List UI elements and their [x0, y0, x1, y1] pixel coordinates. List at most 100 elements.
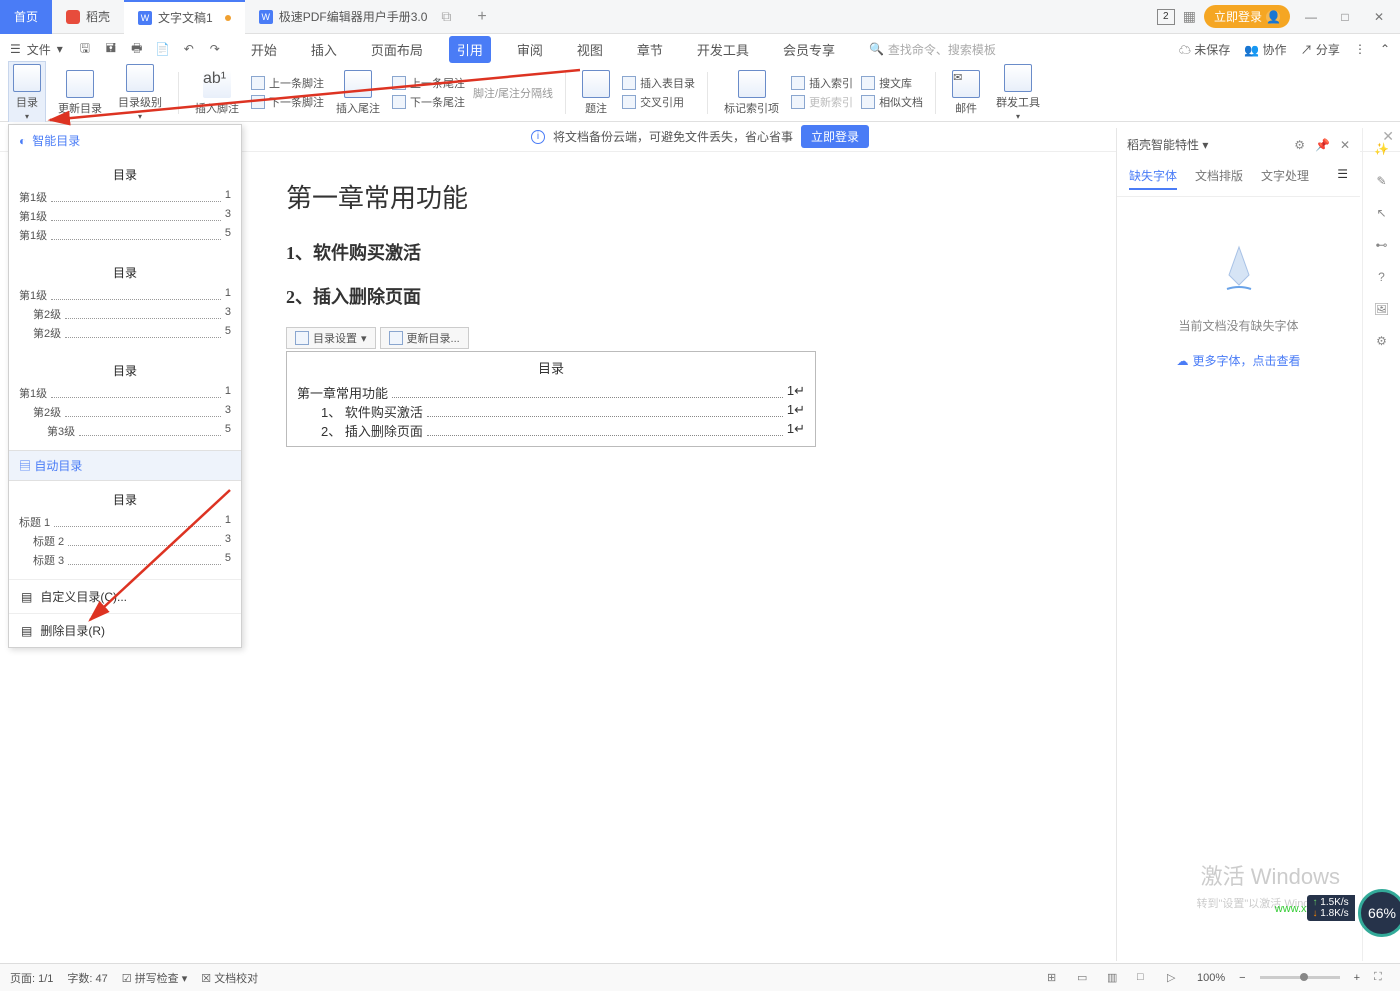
right-panel: 稻壳智能特性 ▾ ⚙ 📌 ✕ 缺失字体 文档排版 文字处理 ☰ 当前文档没有缺失…	[1116, 128, 1360, 961]
save-icon[interactable]: 🖫	[77, 41, 93, 57]
tab-document-1[interactable]: W 文字文稿1	[124, 0, 245, 34]
redo-icon[interactable]: ↷	[207, 41, 223, 57]
chevron-down-icon[interactable]: ▾	[57, 42, 63, 56]
right-panel-title[interactable]: 稻壳智能特性 ▾	[1127, 136, 1208, 153]
insert-index-icon	[791, 76, 805, 90]
group-tools-button[interactable]: 群发工具▾	[992, 62, 1044, 123]
more-icon[interactable]: ⋮	[1354, 42, 1366, 56]
mail-button[interactable]: ✉邮件	[948, 68, 984, 118]
banner-login-button[interactable]: 立即登录	[801, 125, 869, 148]
page-indicator[interactable]: 页面: 1/1	[10, 970, 53, 986]
toc-line: 第1级3	[19, 208, 231, 224]
share-button[interactable]: ↗ 分享	[1301, 41, 1340, 58]
toc-line: 第1级1	[19, 287, 231, 303]
search-lib-button[interactable]: 搜文库	[861, 75, 923, 91]
tab-member[interactable]: 会员专享	[775, 36, 843, 63]
insert-index-button[interactable]: 插入索引	[791, 75, 853, 91]
magic-icon[interactable]: ✨	[1374, 142, 1389, 156]
menu-icon[interactable]: ☰	[10, 42, 21, 56]
tab-reference[interactable]: 引用	[449, 36, 491, 63]
toc-field-title: 目录	[297, 358, 805, 377]
tab-add-button[interactable]: +	[465, 8, 498, 26]
cursor-icon[interactable]: ↖	[1376, 206, 1386, 220]
proof-button[interactable]: ☒ 文档校对	[201, 970, 258, 986]
word-count[interactable]: 字数: 47	[67, 970, 107, 986]
rp-tab-text[interactable]: 文字处理	[1261, 167, 1309, 190]
toc-update-button[interactable]: 更新目录...	[380, 327, 469, 349]
tab-start[interactable]: 开始	[243, 36, 285, 63]
search-box[interactable]: 🔍 查找命令、搜索模板	[869, 41, 996, 58]
fullscreen-icon[interactable]: ⛶	[1374, 971, 1390, 985]
similar-docs-button[interactable]: 相似文档	[861, 94, 923, 110]
delete-toc-icon: ▤	[21, 624, 32, 638]
group-tools-icon	[1004, 64, 1032, 92]
auto-toc-icon: ▤	[19, 459, 31, 473]
table-toc-icon	[622, 76, 636, 90]
close-panel-icon[interactable]: ✕	[1340, 138, 1350, 152]
tab-chapter[interactable]: 章节	[629, 36, 671, 63]
docker-icon	[66, 10, 80, 24]
minimize-button[interactable]: —	[1298, 5, 1324, 29]
zoom-in-button[interactable]: +	[1354, 972, 1360, 984]
tab-dev[interactable]: 开发工具	[689, 36, 757, 63]
undo-icon[interactable]: ↶	[181, 41, 197, 57]
rp-tab-layout[interactable]: 文档排版	[1195, 167, 1243, 190]
settings2-icon[interactable]: ⊷	[1376, 238, 1388, 252]
view-outline-icon[interactable]: □	[1137, 971, 1153, 985]
tab-close-icon[interactable]: ⧉	[441, 8, 451, 25]
tab-docker[interactable]: 稻壳	[52, 0, 124, 34]
insert-table-toc-button[interactable]: 插入表目录	[622, 75, 695, 91]
toc-field[interactable]: 目录 第一章常用功能1↵1、 软件购买激活1↵2、 插入删除页面1↵	[286, 351, 816, 447]
toc-settings-button[interactable]: 目录设置 ▾	[286, 327, 376, 349]
rp-more-icon[interactable]: ☰	[1337, 167, 1348, 190]
caret-icon[interactable]: ▷	[1167, 971, 1183, 985]
login-button[interactable]: 立即登录👤	[1204, 5, 1290, 28]
mail-icon: ✉	[952, 70, 980, 98]
update-index-icon	[791, 95, 805, 109]
apps-icon[interactable]: ▦	[1183, 8, 1196, 25]
modified-dot-icon	[225, 15, 231, 21]
rp-tab-fonts[interactable]: 缺失字体	[1129, 167, 1177, 190]
tab-insert[interactable]: 插入	[303, 36, 345, 63]
zoom-value[interactable]: 100%	[1197, 972, 1225, 984]
update-index-button[interactable]: 更新索引	[791, 94, 853, 110]
view-web-icon[interactable]: ▥	[1107, 971, 1123, 985]
zoom-slider[interactable]	[1260, 976, 1340, 979]
pin-icon[interactable]: 📌	[1315, 138, 1330, 152]
file-menu[interactable]: 文件	[27, 41, 51, 58]
heading-2b: 2、插入删除页面	[286, 283, 746, 309]
pencil-icon[interactable]: ✎	[1376, 174, 1386, 188]
view-print-icon[interactable]: ⊞	[1047, 971, 1063, 985]
unsaved-button[interactable]: ☁ 未保存	[1179, 41, 1230, 58]
tab-document-2[interactable]: W 极速PDF编辑器用户手册3.0 ⧉	[245, 0, 466, 34]
help-icon[interactable]: ?	[1378, 270, 1385, 284]
collapse-ribbon-icon[interactable]: ⌃	[1380, 42, 1390, 56]
view-read-icon[interactable]: ▭	[1077, 971, 1093, 985]
tab-home[interactable]: 首页	[0, 0, 52, 34]
toc-line: 第1级1	[19, 189, 231, 205]
collab-button[interactable]: 👥 协作	[1244, 41, 1286, 58]
side-toolbar: ✨ ✎ ↖ ⊷ ? 🖼 ⚙	[1362, 128, 1400, 961]
save-as-icon[interactable]: 🖬	[103, 41, 119, 57]
print-icon[interactable]: 🖶	[129, 41, 145, 57]
zoom-out-button[interactable]: −	[1239, 972, 1245, 984]
tab-layout[interactable]: 页面布局	[363, 36, 431, 63]
spell-check-toggle[interactable]: ☑ 拼写检查 ▾	[122, 970, 188, 986]
page: 第一章常用功能 1、软件购买激活 2、插入删除页面 目录设置 ▾ 更新目录...…	[246, 158, 786, 467]
gear2-icon[interactable]: ⚙	[1376, 334, 1387, 348]
cloud-icon: ☁	[1176, 354, 1188, 368]
image-icon[interactable]: 🖼	[1374, 302, 1389, 316]
print-preview-icon[interactable]: 📄	[155, 41, 171, 57]
settings-icon[interactable]: ⚙	[1294, 138, 1305, 152]
toc-template-2[interactable]: 目录 第1级1第2级3第2级5	[9, 254, 241, 352]
toc-template-3[interactable]: 目录 第1级1第2级3第3级5	[9, 352, 241, 450]
crossref-button[interactable]: 交叉引用	[622, 94, 695, 110]
tab-review[interactable]: 审阅	[509, 36, 551, 63]
mark-index-button[interactable]: 标记索引项	[720, 68, 783, 118]
close-button[interactable]: ✕	[1366, 5, 1392, 29]
more-fonts-link[interactable]: ☁更多字体，点击查看	[1127, 352, 1350, 369]
calendar-icon[interactable]: 2	[1157, 9, 1175, 25]
maximize-button[interactable]: □	[1332, 5, 1358, 29]
tab-view[interactable]: 视图	[569, 36, 611, 63]
document-area[interactable]: 第一章常用功能 1、软件购买激活 2、插入删除页面 目录设置 ▾ 更新目录...…	[246, 158, 1112, 961]
